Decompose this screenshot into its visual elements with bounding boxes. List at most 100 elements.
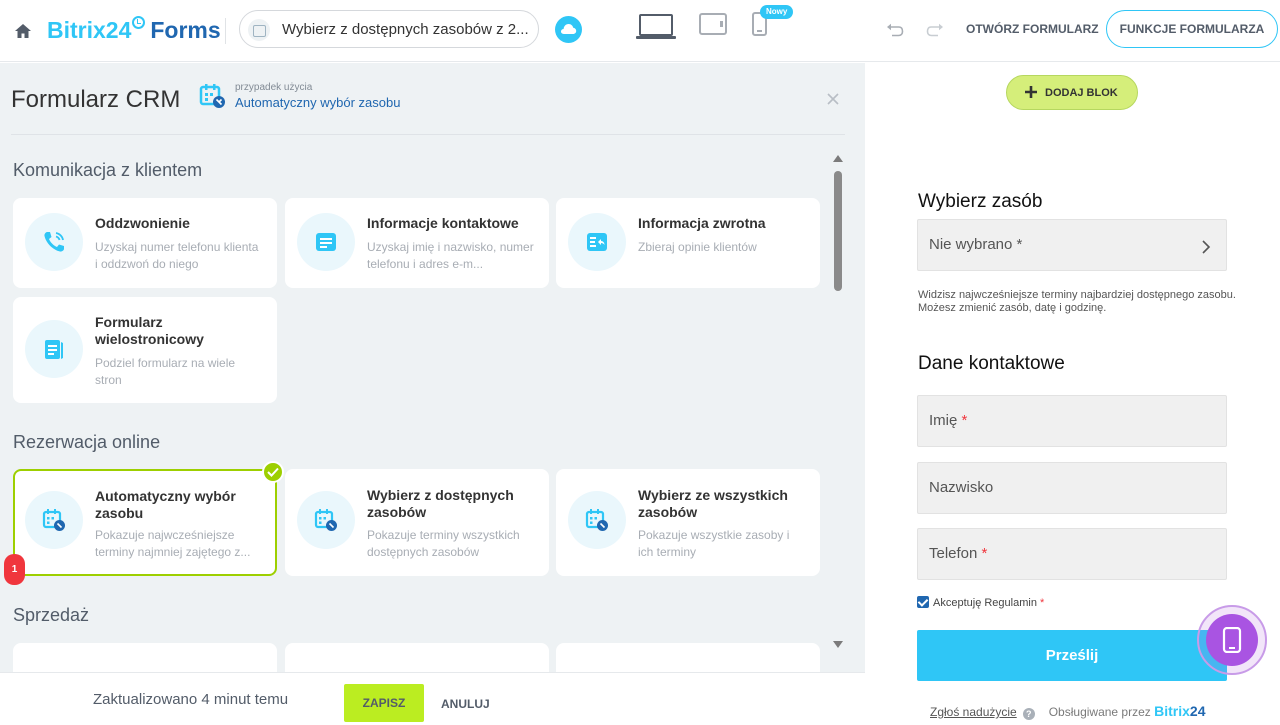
required-mark: * — [961, 412, 968, 429]
scenario-card-all-resources[interactable]: Wybierz ze wszystkich zasobów Pokazuje w… — [556, 469, 820, 576]
card-title: Wybierz ze wszystkich zasobów — [638, 487, 788, 520]
card-title: Formularz wielostronicowy — [95, 314, 204, 347]
scenario-card-contact-info[interactable]: Informacje kontaktowe Uzyskaj imię i naz… — [285, 198, 549, 288]
card-description: Zbieraj opinie klientów — [638, 240, 757, 254]
calendar-resource-icon — [297, 491, 355, 549]
multipage-form-icon — [25, 320, 83, 378]
scenario-card[interactable] — [13, 643, 277, 672]
section-title-sales: Sprzedaż — [13, 605, 90, 625]
app-logo[interactable]: Bitrix24 Forms — [47, 16, 221, 44]
phone-placeholder: Telefon * — [929, 545, 987, 562]
section-title-communication: Komunikacja z klientem — [13, 160, 203, 180]
phone-callback-icon — [25, 213, 83, 271]
section-title-online-booking: Rezerwacja online — [13, 432, 161, 452]
use-case-value[interactable]: Automatyczny wybór zasobu — [235, 95, 400, 110]
card-description: Pokazuje wszystkie zasoby i ich terminy — [638, 528, 790, 559]
scenario-card-auto-resource[interactable]: Automatyczny wybór zasobu Pokazuje najwc… — [13, 469, 277, 576]
calendar-resource-icon — [25, 491, 83, 549]
contact-form-icon — [297, 213, 355, 271]
save-button[interactable]: ZAPISZ — [344, 684, 424, 722]
scenario-card[interactable] — [285, 643, 549, 672]
submit-button[interactable]: Prześlij — [917, 630, 1227, 681]
scenario-card-multipage[interactable]: Formularz wielostronicowy Podziel formul… — [13, 297, 277, 403]
tablet-icon[interactable] — [699, 13, 727, 35]
calendar-resource-icon — [568, 491, 626, 549]
terms-checkbox[interactable]: Akceptuję Regulamin * — [917, 596, 1044, 609]
mobile-preview-button[interactable] — [1197, 605, 1267, 675]
laptop-icon[interactable] — [636, 14, 676, 40]
new-badge: Nowy — [760, 5, 794, 19]
bottom-bar: Zaktualizowano 4 minut temu ZAPISZ ANULU… — [0, 672, 865, 725]
open-form-link[interactable]: OTWÓRZ FORMULARZ — [966, 22, 1099, 36]
resource-select-placeholder: Nie wybrano * — [929, 236, 1023, 253]
required-mark: * — [1040, 597, 1045, 609]
resource-note: Widzisz najwcześniejsze terminy najbardz… — [918, 289, 1236, 314]
card-title: Oddzwonienie — [95, 215, 190, 231]
brand-number: 24 — [1189, 703, 1206, 719]
scenario-card[interactable] — [556, 643, 820, 672]
help-icon[interactable]: ? — [1022, 708, 1035, 720]
divider — [11, 134, 845, 135]
logo-bitrix-text: Bitrix24 — [47, 17, 132, 43]
last-name-field[interactable]: Nazwisko — [917, 462, 1227, 514]
scenario-panel: Formularz CRM przypadek użycia Automatyc… — [0, 63, 865, 672]
bitrix24-logo: Bitrix24 — [1154, 703, 1205, 719]
scroll-thumb[interactable] — [834, 171, 842, 291]
feedback-icon — [568, 213, 626, 271]
field-label: Nazwisko — [929, 479, 994, 496]
form-features-button[interactable]: FUNKCJE FORMULARZA — [1106, 10, 1278, 48]
field-label: Imię — [929, 412, 958, 429]
field-label: Telefon — [929, 545, 978, 562]
close-icon[interactable] — [826, 92, 840, 106]
form-thumbnail-icon — [248, 19, 270, 41]
resource-title: Wybierz zasób — [918, 191, 1043, 212]
phone-field[interactable]: Telefon * — [917, 528, 1227, 580]
powered-by-text: Obsługiwane przez — [1048, 705, 1151, 719]
scroll-up-arrow[interactable] — [833, 155, 843, 162]
chevron-right-icon — [1202, 240, 1211, 254]
add-block-label: DODAJ BLOK — [1045, 87, 1118, 99]
last-name-placeholder: Nazwisko — [929, 479, 993, 496]
redo-icon[interactable] — [926, 23, 944, 37]
card-description: Uzyskaj numer telefonu klienta i oddzwoń… — [95, 240, 259, 271]
home-icon[interactable] — [14, 22, 32, 40]
card-description: Podziel formularz na wiele stron — [95, 356, 236, 387]
card-description: Pokazuje terminy wszystkich dostępnych z… — [367, 528, 520, 559]
scenario-card-feedback[interactable]: Informacja zwrotna Zbieraj opinie klient… — [556, 198, 820, 288]
scenario-select[interactable]: Wybierz z dostępnych zasobów z 2... — [239, 10, 539, 48]
panel-title: Formularz CRM — [11, 86, 181, 113]
calendar-resource-icon — [199, 84, 225, 108]
cancel-button[interactable]: ANULUJ — [441, 697, 490, 711]
scenario-card-available-resources[interactable]: Wybierz z dostępnych zasobów Pokazuje te… — [285, 469, 549, 576]
logo-forms-text: Forms — [150, 17, 221, 43]
report-abuse-link[interactable]: Zgłoś nadużycie — [930, 705, 1017, 719]
preview-footer: Zgłoś nadużycie? Obsługiwane przez Bitrix… — [930, 703, 1206, 720]
cloud-icon[interactable] — [555, 16, 582, 43]
top-bar: Bitrix24 Forms Wybierz z dostępnych zasob… — [0, 0, 1280, 62]
selected-check-icon — [262, 461, 284, 483]
card-title: Informacja zwrotna — [638, 215, 766, 231]
mobile-phone-icon — [1222, 627, 1242, 653]
card-title: Wybierz z dostępnych zasobów — [367, 487, 514, 520]
notification-badge[interactable]: 1 — [4, 554, 25, 585]
resource-select[interactable]: Nie wybrano * — [917, 219, 1227, 271]
divider — [225, 18, 226, 44]
scrollbar[interactable] — [831, 155, 845, 655]
scroll-down-arrow[interactable] — [833, 641, 843, 648]
contact-title: Dane kontaktowe — [918, 353, 1065, 374]
scenario-select-value: Wybierz z dostępnych zasobów z 2... — [282, 21, 529, 38]
use-case-label: przypadek użycia — [235, 82, 313, 93]
form-preview: DODAJ BLOK Wybierz zasób Nie wybrano * W… — [866, 63, 1280, 725]
add-block-button[interactable]: DODAJ BLOK — [1006, 75, 1138, 110]
first-name-placeholder: Imię * — [929, 412, 967, 429]
terms-label: Akceptuję Regulamin — [933, 597, 1037, 609]
card-title: Informacje kontaktowe — [367, 215, 519, 231]
brand-name: Bitrix — [1154, 703, 1190, 719]
checkbox-checked-icon[interactable] — [917, 596, 929, 608]
undo-icon[interactable] — [886, 23, 904, 37]
clock-icon — [132, 16, 146, 29]
first-name-field[interactable]: Imię * — [917, 395, 1227, 447]
card-title: Automatyczny wybór zasobu — [95, 488, 236, 521]
scenario-card-callback[interactable]: Oddzwonienie Uzyskaj numer telefonu klie… — [13, 198, 277, 288]
required-mark: * — [981, 545, 988, 562]
